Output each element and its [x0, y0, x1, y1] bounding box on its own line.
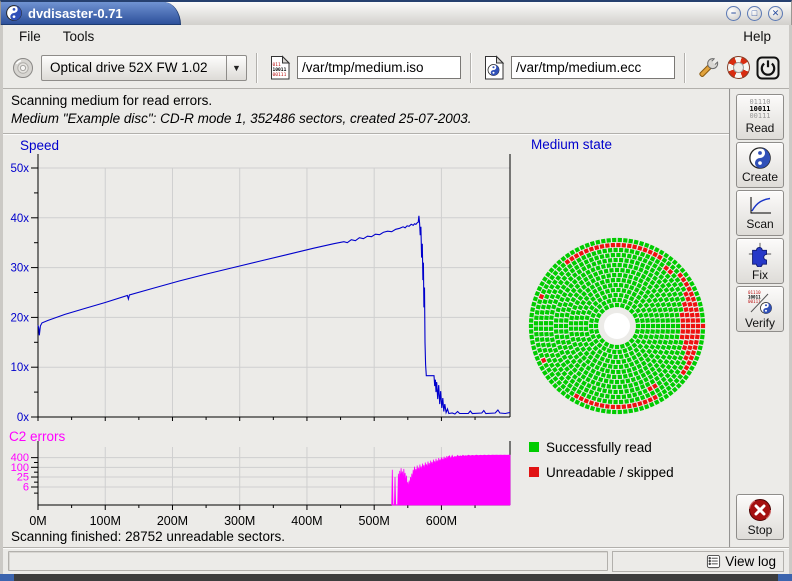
fix-button[interactable]: Fix — [736, 238, 784, 284]
app-yinyang-icon — [6, 5, 22, 21]
svg-text:Speed: Speed — [20, 138, 59, 153]
stop-icon — [748, 498, 772, 522]
svg-text:40x: 40x — [10, 213, 29, 225]
window-bottom-border — [0, 574, 792, 581]
minimize-button[interactable]: − — [726, 6, 741, 21]
medium-state-disc — [517, 226, 717, 426]
scan-result-status: Scanning finished: 28752 unreadable sect… — [3, 528, 729, 547]
chevron-down-icon: ▼ — [226, 56, 246, 80]
medium-state-legend: Successfully read Unreadable / skipped — [529, 439, 674, 489]
status-heading-line1: Scanning medium for read errors. — [11, 92, 729, 110]
statusbar-left-frame — [8, 551, 608, 571]
verify-icon: 01110 10011 00111 — [747, 289, 773, 315]
quit-power-icon[interactable] — [755, 54, 781, 82]
status-bar: View log — [3, 547, 789, 574]
menu-bar: File Tools Help — [3, 25, 789, 47]
ecc-path-input[interactable] — [511, 56, 675, 79]
svg-text:30x: 30x — [10, 263, 29, 275]
svg-text:600M: 600M — [426, 514, 457, 528]
legend-label-read: Successfully read — [546, 440, 652, 455]
menu-file[interactable]: File — [13, 28, 47, 45]
red-swatch — [529, 467, 539, 477]
log-icon — [706, 554, 721, 569]
puzzle-piece-icon — [747, 241, 773, 267]
svg-text:00111: 00111 — [272, 72, 286, 78]
status-heading: Scanning medium for read errors. Medium … — [3, 89, 729, 134]
svg-text:300M: 300M — [224, 514, 255, 528]
svg-text:C2 errors: C2 errors — [9, 429, 66, 444]
close-button[interactable]: ✕ — [768, 6, 783, 21]
iso-file-icon: 011 10011 00111 — [267, 54, 293, 82]
app-window: dvdisaster-0.71 − □ ✕ File Tools Help — [0, 0, 792, 581]
svg-text:500M: 500M — [359, 514, 390, 528]
maximize-button[interactable]: □ — [747, 6, 762, 21]
medium-state-title: Medium state — [531, 137, 612, 152]
verify-button[interactable]: 01110 10011 00111 Verify — [736, 286, 784, 332]
preferences-wrench-icon[interactable] — [695, 54, 721, 82]
svg-text:400M: 400M — [291, 514, 322, 528]
view-log-label: View log — [725, 554, 776, 569]
main-area: Scanning medium for read errors. Medium … — [3, 89, 789, 547]
svg-text:0M: 0M — [29, 514, 46, 528]
toolbar-separator — [256, 53, 258, 83]
menu-help[interactable]: Help — [737, 28, 777, 45]
create-button[interactable]: Create — [736, 142, 784, 188]
toolbar-separator — [470, 53, 472, 83]
stop-button[interactable]: Stop — [736, 494, 784, 540]
window-title: dvdisaster-0.71 — [28, 6, 123, 21]
legend-row-read: Successfully read — [529, 439, 674, 455]
view-log-button[interactable]: View log — [612, 551, 784, 572]
iso-path-input[interactable] — [297, 56, 461, 79]
scan-button-label: Scan — [746, 217, 773, 231]
status-heading-line2: Medium "Example disc": CD-R mode 1, 3524… — [11, 110, 729, 128]
speed-and-c2-charts: 0x 10x 20x 30x 40x 50x 0M 100M 200M 300M 400M 500M 6… — [3, 134, 523, 528]
read-button[interactable]: 01110 10011 00111 Read — [736, 94, 784, 140]
toolbar: Optical drive 52X FW 1.02 ▼ 011 10011 00… — [3, 47, 789, 89]
read-button-label: Read — [746, 121, 775, 135]
svg-text:100M: 100M — [90, 514, 121, 528]
verify-button-label: Verify — [745, 316, 775, 330]
title-tab[interactable]: dvdisaster-0.71 — [1, 2, 181, 25]
charts-area: 0x 10x 20x 30x 40x 50x 0M 100M 200M 300M 400M 500M 6… — [3, 134, 729, 528]
svg-text:20x: 20x — [10, 312, 29, 324]
binary-icon: 01110 10011 00111 — [749, 99, 770, 120]
drive-selector-value: Optical drive 52X FW 1.02 — [42, 60, 226, 75]
toolbar-separator — [684, 53, 686, 83]
legend-row-unreadable: Unreadable / skipped — [529, 464, 674, 480]
scan-curve-icon — [747, 195, 773, 216]
drive-selector[interactable]: Optical drive 52X FW 1.02 ▼ — [41, 55, 247, 81]
action-sidebar: 01110 10011 00111 Read Create Scan — [729, 89, 789, 547]
svg-text:6: 6 — [23, 482, 29, 494]
svg-text:10x: 10x — [10, 362, 29, 374]
svg-text:0x: 0x — [17, 412, 29, 424]
fix-button-label: Fix — [752, 268, 768, 282]
yinyang-icon — [749, 147, 771, 169]
green-swatch — [529, 442, 539, 452]
scan-button[interactable]: Scan — [736, 190, 784, 236]
title-bar: dvdisaster-0.71 − □ ✕ — [0, 0, 792, 25]
help-lifebuoy-icon[interactable] — [725, 54, 751, 82]
ecc-file-icon — [481, 54, 507, 82]
cd-disc-icon — [12, 57, 34, 79]
svg-text:50x: 50x — [10, 163, 29, 175]
menu-tools[interactable]: Tools — [57, 28, 101, 45]
svg-text:200M: 200M — [157, 514, 188, 528]
legend-label-unreadable: Unreadable / skipped — [546, 465, 674, 480]
drive-select-button[interactable] — [9, 54, 37, 82]
create-button-label: Create — [742, 170, 778, 184]
stop-button-label: Stop — [748, 523, 773, 537]
